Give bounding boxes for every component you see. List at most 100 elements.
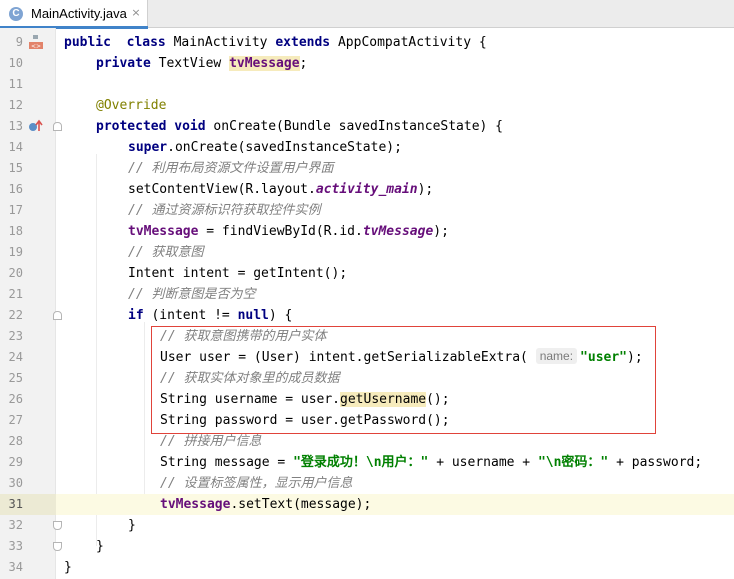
code-token: // 通过资源标识符获取控件实例 xyxy=(128,203,321,218)
line-number: 20 xyxy=(8,266,23,280)
code-token: // 获取实体对象里的成员数据 xyxy=(160,371,340,386)
code-line[interactable]: 33} xyxy=(0,536,734,557)
code-line[interactable]: 20 Intent intent = getIntent(); xyxy=(0,263,734,284)
code-line[interactable]: 31 tvMessage.setText(message); xyxy=(0,494,734,515)
code-text: // 拼接用户信息 xyxy=(160,431,261,452)
code-token: activity_main xyxy=(315,182,418,197)
code-token: "user" xyxy=(580,350,628,365)
code-line[interactable]: 26 String username = user.getUsername(); xyxy=(0,389,734,410)
line-number: 19 xyxy=(8,245,23,259)
code-token: } xyxy=(128,518,136,533)
close-icon[interactable]: × xyxy=(129,6,143,20)
code-line[interactable]: 29 String message = "登录成功！\n用户：" + userna… xyxy=(0,452,734,473)
line-number: 29 xyxy=(8,455,23,469)
code-token: Intent intent = getIntent(); xyxy=(128,266,348,281)
code-text: // 通过资源标识符获取控件实例 xyxy=(128,200,320,221)
code-line[interactable]: 27 String password = user.getPassword(); xyxy=(0,410,734,431)
fold-end-icon[interactable] xyxy=(53,542,62,551)
tab-title: MainActivity.java xyxy=(31,6,127,21)
code-token: ); xyxy=(417,182,434,197)
code-token: String message = xyxy=(160,455,294,470)
code-line[interactable]: 13 protected void onCreate(Bundle savedIn… xyxy=(0,116,734,137)
tab-mainactivity[interactable]: C MainActivity.java × xyxy=(0,0,148,29)
code-token: } xyxy=(64,560,72,575)
code-line[interactable]: 15 // 利用布局资源文件设置用户界面 xyxy=(0,158,734,179)
code-line[interactable]: 25 // 获取实体对象里的成员数据 xyxy=(0,368,734,389)
gutter-cell: 12 xyxy=(0,95,56,116)
gutter-cell: 33 xyxy=(0,536,56,557)
code-token: (); xyxy=(426,392,450,407)
code-token: AppCompatActivity { xyxy=(330,35,487,50)
gutter-cell: 24 xyxy=(0,347,56,368)
gutter-cell: 20 xyxy=(0,263,56,284)
code-token: void xyxy=(166,119,206,134)
code-text: } xyxy=(64,557,72,578)
code-token: String password = user.getPassword(); xyxy=(160,413,450,428)
code-line[interactable]: 9 <> public class MainActivity extends App… xyxy=(0,32,734,53)
class-usages-icon[interactable]: <> xyxy=(28,35,44,50)
code-line[interactable]: 14 super.onCreate(savedInstanceState); xyxy=(0,137,734,158)
line-number: 30 xyxy=(8,476,23,490)
code-text: protected void onCreate(Bundle savedInst… xyxy=(96,116,503,137)
line-number: 31 xyxy=(8,497,23,511)
code-line[interactable]: 16 setContentView(R.layout.activity_main)… xyxy=(0,179,734,200)
line-number: 26 xyxy=(8,392,23,406)
code-text: } xyxy=(128,515,136,536)
gutter-cell: 18 xyxy=(0,221,56,242)
code-token: + password; xyxy=(608,455,703,470)
code-line[interactable]: 10 private TextView tvMessage; xyxy=(0,53,734,74)
line-number: 34 xyxy=(8,560,23,574)
code-text: // 获取实体对象里的成员数据 xyxy=(160,368,339,389)
code-line[interactable]: 12 @Override xyxy=(0,95,734,116)
gutter-cell: 32 xyxy=(0,515,56,536)
gutter-cell: 27 xyxy=(0,410,56,431)
code-text: // 设置标签属性，显示用户信息 xyxy=(160,473,352,494)
code-line[interactable]: 11 xyxy=(0,74,734,95)
code-token: null xyxy=(237,308,269,323)
code-line[interactable]: 24 User user = (User) intent.getSerializa… xyxy=(0,347,734,368)
code-editor[interactable]: 9 <> public class MainActivity extends App… xyxy=(0,28,734,579)
line-number: 24 xyxy=(8,350,23,364)
fold-collapse-icon[interactable] xyxy=(53,311,62,320)
code-line[interactable]: 21 // 判断意图是否为空 xyxy=(0,284,734,305)
line-number: 14 xyxy=(8,140,23,154)
code-token: ); xyxy=(627,350,643,365)
code-line[interactable]: 17 // 通过资源标识符获取控件实例 xyxy=(0,200,734,221)
code-token: extends xyxy=(275,35,331,50)
code-line[interactable]: 34} xyxy=(0,557,734,578)
line-number: 12 xyxy=(8,98,23,112)
code-token: .setText(message); xyxy=(230,497,372,512)
line-number: 23 xyxy=(8,329,23,343)
code-token: String username = user. xyxy=(160,392,341,407)
code-token: if xyxy=(128,308,144,323)
code-token: (intent != xyxy=(143,308,238,323)
code-token: ) { xyxy=(268,308,293,323)
gutter-cell: 19 xyxy=(0,242,56,263)
code-token: // 获取意图 xyxy=(128,245,204,260)
code-text: setContentView(R.layout.activity_main); xyxy=(128,179,433,200)
code-text: // 利用布局资源文件设置用户界面 xyxy=(128,158,333,179)
code-token: setContentView(R.layout. xyxy=(128,182,316,197)
fold-end-icon[interactable] xyxy=(53,521,62,530)
code-line[interactable]: 30 // 设置标签属性，显示用户信息 xyxy=(0,473,734,494)
code-token: // 设置标签属性，显示用户信息 xyxy=(160,476,353,491)
code-text: @Override xyxy=(96,95,166,116)
code-token: } xyxy=(96,539,104,554)
code-line[interactable]: 32} xyxy=(0,515,734,536)
line-number: 27 xyxy=(8,413,23,427)
code-line[interactable]: 18 tvMessage = findViewById(R.id.tvMessag… xyxy=(0,221,734,242)
code-line[interactable]: 22 if (intent != null) { xyxy=(0,305,734,326)
code-token: ); xyxy=(433,224,449,239)
code-line[interactable]: 28 // 拼接用户信息 xyxy=(0,431,734,452)
gutter-cell: 23 xyxy=(0,326,56,347)
code-token: "\n密码：" xyxy=(537,455,609,470)
code-token: + username + xyxy=(428,455,538,470)
override-method-icon[interactable] xyxy=(28,119,44,134)
code-line[interactable]: 23 // 获取意图携带的用户实体 xyxy=(0,326,734,347)
line-number: 16 xyxy=(8,182,23,196)
svg-text:<>: <> xyxy=(31,43,41,50)
fold-collapse-icon[interactable] xyxy=(53,122,62,131)
code-line[interactable]: 19 // 获取意图 xyxy=(0,242,734,263)
code-token: = findViewById(R.id. xyxy=(198,224,363,239)
